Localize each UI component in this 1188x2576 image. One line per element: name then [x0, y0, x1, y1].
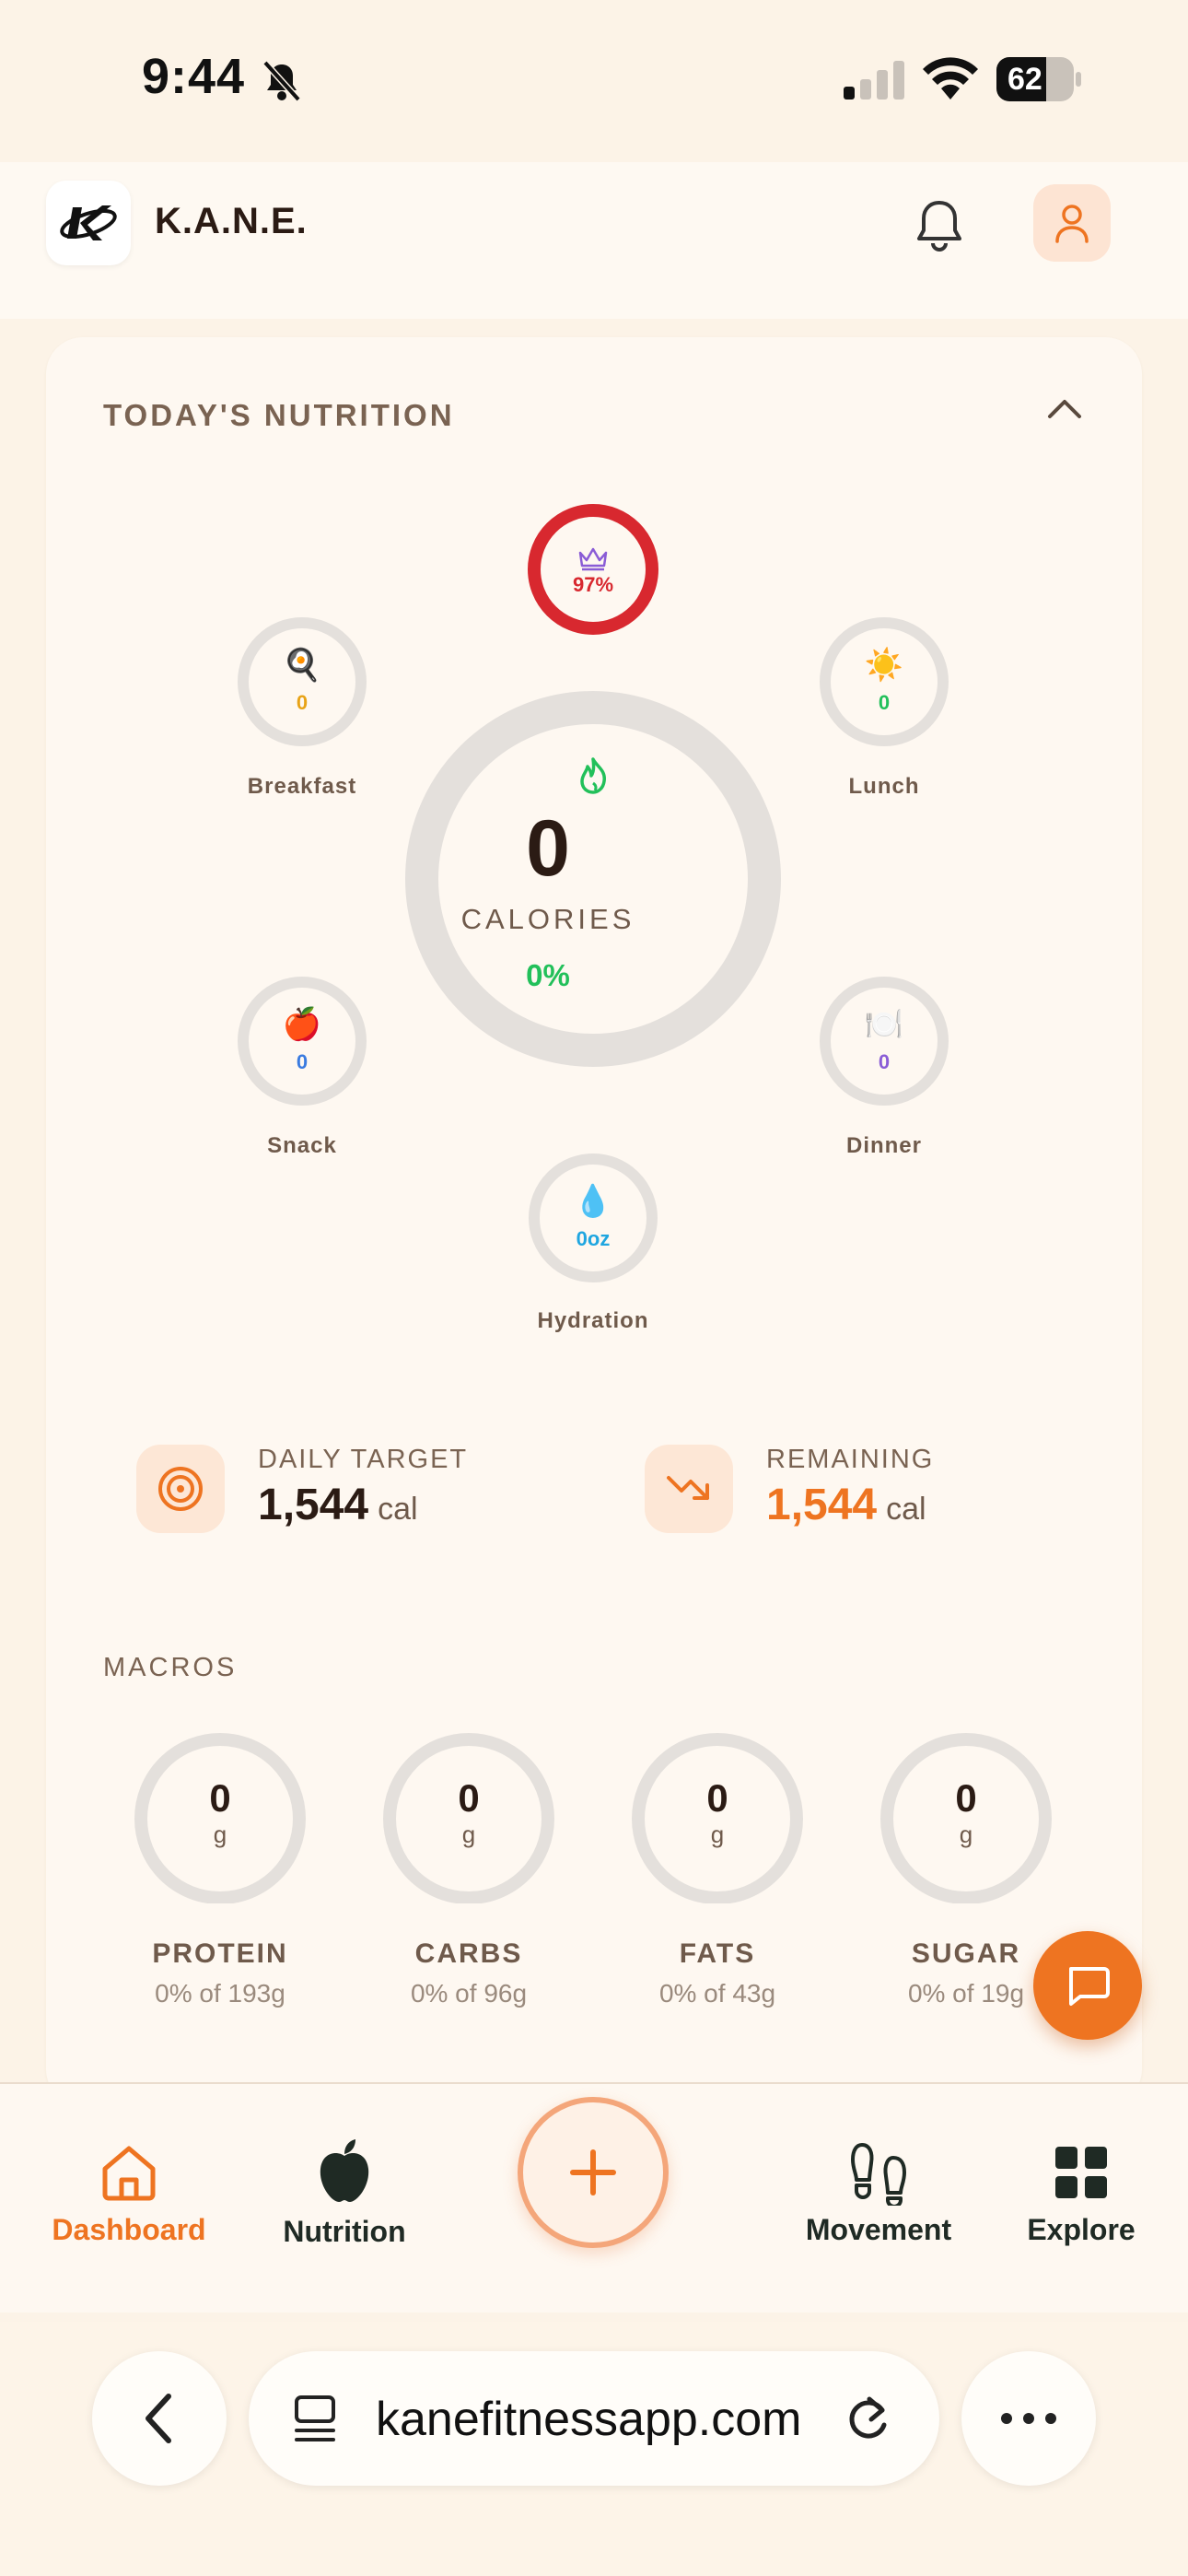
- protein-sub: 0% of 193g: [155, 1979, 285, 2008]
- chat-button[interactable]: [1033, 1931, 1142, 2040]
- address-bar[interactable]: kanefitnessapp.com: [249, 2351, 939, 2486]
- bell-icon: [917, 201, 961, 252]
- chevron-left-icon: [146, 2394, 171, 2443]
- fats-unit: g: [710, 1821, 725, 1848]
- status-bar: 9:44 62: [0, 0, 1188, 162]
- browser-bar: kanefitnessapp.com: [0, 2322, 1188, 2576]
- macro-rings-layer: [134, 1733, 1052, 1903]
- status-time: 9:44: [142, 49, 246, 104]
- notifications-button[interactable]: [904, 190, 974, 260]
- nav-nutrition[interactable]: Nutrition: [252, 2084, 437, 2268]
- carbs-sub: 0% of 96g: [410, 1979, 528, 2008]
- chat-bubble-icon: [1069, 1967, 1110, 2006]
- apple-nav-icon: [320, 2139, 369, 2202]
- user-icon: [1055, 205, 1089, 243]
- nav-explore[interactable]: Explore: [989, 2084, 1173, 2268]
- url-text: kanefitnessapp.com: [376, 2393, 802, 2446]
- more-options-button[interactable]: [961, 2351, 1096, 2486]
- nav-movement-label: Movement: [805, 2213, 952, 2246]
- app-logo[interactable]: [46, 181, 131, 265]
- fats-sub: 0% of 43g: [658, 1979, 776, 2008]
- ellipsis-icon: [1001, 2413, 1056, 2424]
- battery-level: 62: [1007, 62, 1042, 97]
- add-button[interactable]: [518, 2097, 669, 2248]
- reload-icon[interactable]: [842, 2392, 893, 2447]
- nav-dashboard-label: Dashboard: [52, 2213, 206, 2246]
- protein-name: PROTEIN: [152, 1938, 288, 1969]
- sugar-unit: g: [959, 1821, 973, 1848]
- profile-button[interactable]: [1033, 184, 1111, 262]
- app-name: K.A.N.E.: [155, 201, 308, 241]
- browser-back-button[interactable]: [92, 2351, 227, 2486]
- nav-nutrition-label: Nutrition: [283, 2215, 406, 2248]
- app-header: K.A.N.E.: [0, 162, 1188, 319]
- sugar-value: 0: [955, 1776, 977, 1820]
- footprints-icon: [851, 2143, 906, 2206]
- carbs-unit: g: [461, 1821, 476, 1848]
- fats-value: 0: [706, 1776, 728, 1820]
- fats-name: FATS: [679, 1938, 756, 1969]
- nav-dashboard[interactable]: Dashboard: [37, 2084, 221, 2268]
- grid-icon: [1055, 2147, 1107, 2198]
- protein-unit: g: [213, 1821, 227, 1848]
- home-icon: [102, 2146, 156, 2201]
- plus-icon: [570, 2149, 616, 2195]
- nutrition-card: TODAY'S NUTRITION 97% 🍳 0 Breakfast ☀️ 0…: [46, 337, 1142, 2106]
- tabs-icon: [295, 2395, 335, 2441]
- battery-icon: 62: [996, 57, 1081, 101]
- wifi-icon: [923, 57, 978, 100]
- carbs-name: CARBS: [414, 1938, 523, 1969]
- protein-value: 0: [209, 1776, 231, 1820]
- bell-off-icon: [262, 60, 301, 102]
- nav-movement[interactable]: Movement: [786, 2084, 971, 2268]
- nav-explore-label: Explore: [1027, 2213, 1136, 2246]
- carbs-value: 0: [458, 1776, 480, 1820]
- signal-icon: [844, 61, 904, 100]
